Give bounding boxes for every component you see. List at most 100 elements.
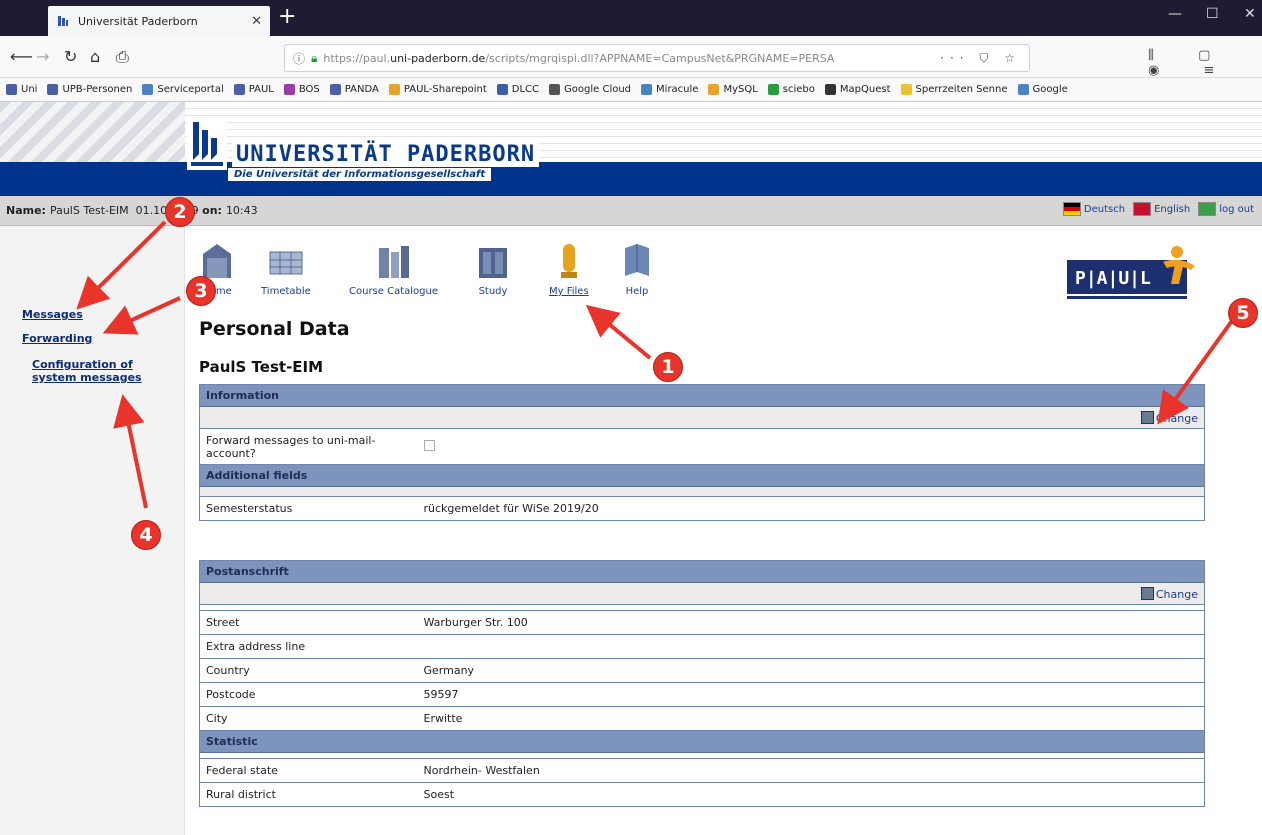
paul-logo: P|A|U|L: [1067, 246, 1195, 299]
bookmark-item[interactable]: Serviceportal: [142, 84, 224, 95]
bookmark-item[interactable]: BOS: [283, 84, 320, 95]
lock-icon: 🔒︎: [311, 50, 318, 65]
language-switcher: Deutsch English log out: [1062, 202, 1262, 216]
bookmark-icon: [900, 84, 912, 95]
bookmark-icon: [233, 84, 245, 95]
url-bar[interactable]: ⓘ 🔒︎ https://paul.uni-paderborn.de/scrip…: [284, 44, 1030, 72]
bookmark-item[interactable]: Miracule: [641, 84, 698, 95]
logout-icon: [1198, 202, 1217, 216]
bookmark-item[interactable]: Google Cloud: [549, 84, 631, 95]
table-row: Federal state Nordrhein- Westfalen: [199, 758, 1205, 783]
tool-course-catalogue[interactable]: Course Catalogue: [349, 242, 438, 297]
bookmark-item[interactable]: PAUL-Sharepoint: [388, 84, 487, 95]
marker-2: 2: [165, 197, 195, 227]
forward-checkbox[interactable]: [423, 439, 435, 451]
bookmark-item[interactable]: UPB-Personen: [47, 84, 132, 95]
url-text[interactable]: https://paul.uni-paderborn.de/scripts/mg…: [323, 52, 940, 65]
browser-tab[interactable]: Universität Paderborn ✕: [48, 6, 270, 36]
bookmark-icon: [329, 84, 341, 95]
nav-forwarding[interactable]: Forwarding: [22, 332, 92, 345]
bookmark-item[interactable]: Uni: [6, 84, 37, 95]
bookmark-icon: [549, 84, 561, 95]
lang-de-link[interactable]: Deutsch: [1062, 202, 1125, 216]
bookmark-item[interactable]: DLCC: [496, 84, 539, 95]
help-book-icon: [625, 244, 649, 276]
table-row: City Erwitte: [199, 706, 1205, 731]
home-building-icon: [203, 244, 231, 278]
user-name: PaulS Test-EIM: [49, 204, 129, 217]
tool-study[interactable]: Study: [475, 242, 511, 297]
postanschrift-change-button[interactable]: Change: [1140, 586, 1198, 601]
uni-name: UNIVERSITÄT PADERBORN: [232, 142, 540, 167]
tool-help[interactable]: Help: [619, 242, 655, 297]
marker-4: 4: [131, 520, 161, 550]
browser-navbar: ⟵ → ↻ ⌂ ⎙ ⓘ 🔒︎ https://paul.uni-paderbor…: [0, 36, 1262, 78]
main-content: Home Timetable Course Catalogue Study My…: [185, 226, 1262, 835]
german-flag-icon: [1062, 202, 1081, 216]
additional-header: Additional fields: [206, 469, 308, 482]
semesterstatus-value: rückgemeldet für WiSe 2019/20: [417, 496, 1205, 521]
back-icon[interactable]: ⟵: [10, 47, 33, 66]
bookmark-icon: [1017, 84, 1029, 95]
postanschrift-table: Postanschrift Change Street Warburger Str…: [199, 560, 1205, 807]
bookmark-item[interactable]: MapQuest: [824, 84, 891, 95]
time-value: 10:43: [225, 204, 258, 217]
bookmark-item[interactable]: Sperrzeiten Senne: [900, 84, 1008, 95]
bookmark-item[interactable]: PANDA: [329, 84, 379, 95]
information-change-button[interactable]: Change: [1140, 410, 1198, 425]
forward-icon[interactable]: →: [36, 47, 49, 66]
home-icon[interactable]: ⌂: [90, 47, 100, 66]
marker-1: 1: [653, 352, 683, 382]
minimize-icon[interactable]: —: [1168, 6, 1182, 22]
table-row: Extra address line: [199, 634, 1205, 659]
marker-5: 5: [1228, 298, 1258, 328]
bookmark-item[interactable]: PAUL: [233, 84, 274, 95]
table-row: Country Germany: [199, 658, 1205, 683]
maximize-icon[interactable]: ☐: [1206, 6, 1219, 22]
my-files-icon: [560, 244, 577, 278]
nav-config-system-messages[interactable]: Configuration of system messages: [32, 358, 142, 384]
bookmark-item[interactable]: MySQL: [708, 84, 758, 95]
print-icon[interactable]: ⎙: [116, 47, 129, 67]
tool-timetable[interactable]: Timetable: [261, 242, 311, 297]
toolbar-right-icons[interactable]: ⫼ ▢ ◉ ≡: [1148, 48, 1262, 78]
bookmark-item[interactable]: Google: [1017, 84, 1068, 95]
bookmarks-bar: Uni UPB-Personen Serviceportal PAUL BOS PANDA…: [0, 78, 1262, 102]
bookmark-icon: [142, 84, 154, 95]
new-tab-icon[interactable]: +: [278, 4, 296, 29]
url-actions-icon[interactable]: ··· ⛉ ☆: [940, 51, 1021, 66]
reload-icon[interactable]: ↻: [64, 47, 77, 66]
uk-flag-icon: [1133, 202, 1152, 216]
semesterstatus-label: Semesterstatus: [199, 496, 418, 521]
page-title: Personal Data: [199, 318, 350, 340]
bookmark-icon: [388, 84, 400, 95]
header-pattern: [0, 102, 185, 162]
study-icon: [479, 248, 507, 278]
tool-my-files[interactable]: My Files: [549, 242, 589, 297]
information-header: Information: [206, 389, 279, 402]
uni-subtitle: Die Universität der Informationsgesellsc…: [228, 168, 492, 181]
bookmark-item[interactable]: sciebo: [767, 84, 815, 95]
course-catalogue-icon: [379, 246, 410, 278]
lang-en-link[interactable]: English: [1133, 202, 1190, 216]
close-window-icon[interactable]: ✕: [1244, 6, 1256, 22]
browser-titlebar: Universität Paderborn ✕ + — ☐ ✕: [0, 0, 1262, 36]
marker-3: 3: [186, 276, 216, 306]
bookmark-icon: [824, 84, 836, 95]
bookmark-icon: [641, 84, 653, 95]
uni-logo-icon: [187, 116, 227, 170]
paul-logo-text: P|A|U|L: [1075, 268, 1151, 289]
nav-messages[interactable]: Messages: [22, 308, 83, 321]
site-info-icon[interactable]: ⓘ: [293, 50, 305, 67]
forward-label: Forward messages to uni-mail-account?: [199, 428, 418, 465]
logout-link[interactable]: log out: [1198, 202, 1254, 216]
table-row: Rural district Soest: [199, 782, 1205, 807]
bookmark-icon: [708, 84, 720, 95]
name-label: Name:: [6, 204, 46, 217]
edit-icon: [1140, 586, 1154, 600]
screenshot-root: Universität Paderborn ✕ + — ☐ ✕ ⟵ → ↻ ⌂ …: [0, 0, 1262, 835]
bookmark-icon: [47, 84, 59, 95]
site-header: UNIVERSITÄT PADERBORN Die Universität de…: [0, 102, 1262, 196]
tab-close-icon[interactable]: ✕: [251, 14, 262, 29]
table-row: Street Warburger Str. 100: [199, 610, 1205, 635]
